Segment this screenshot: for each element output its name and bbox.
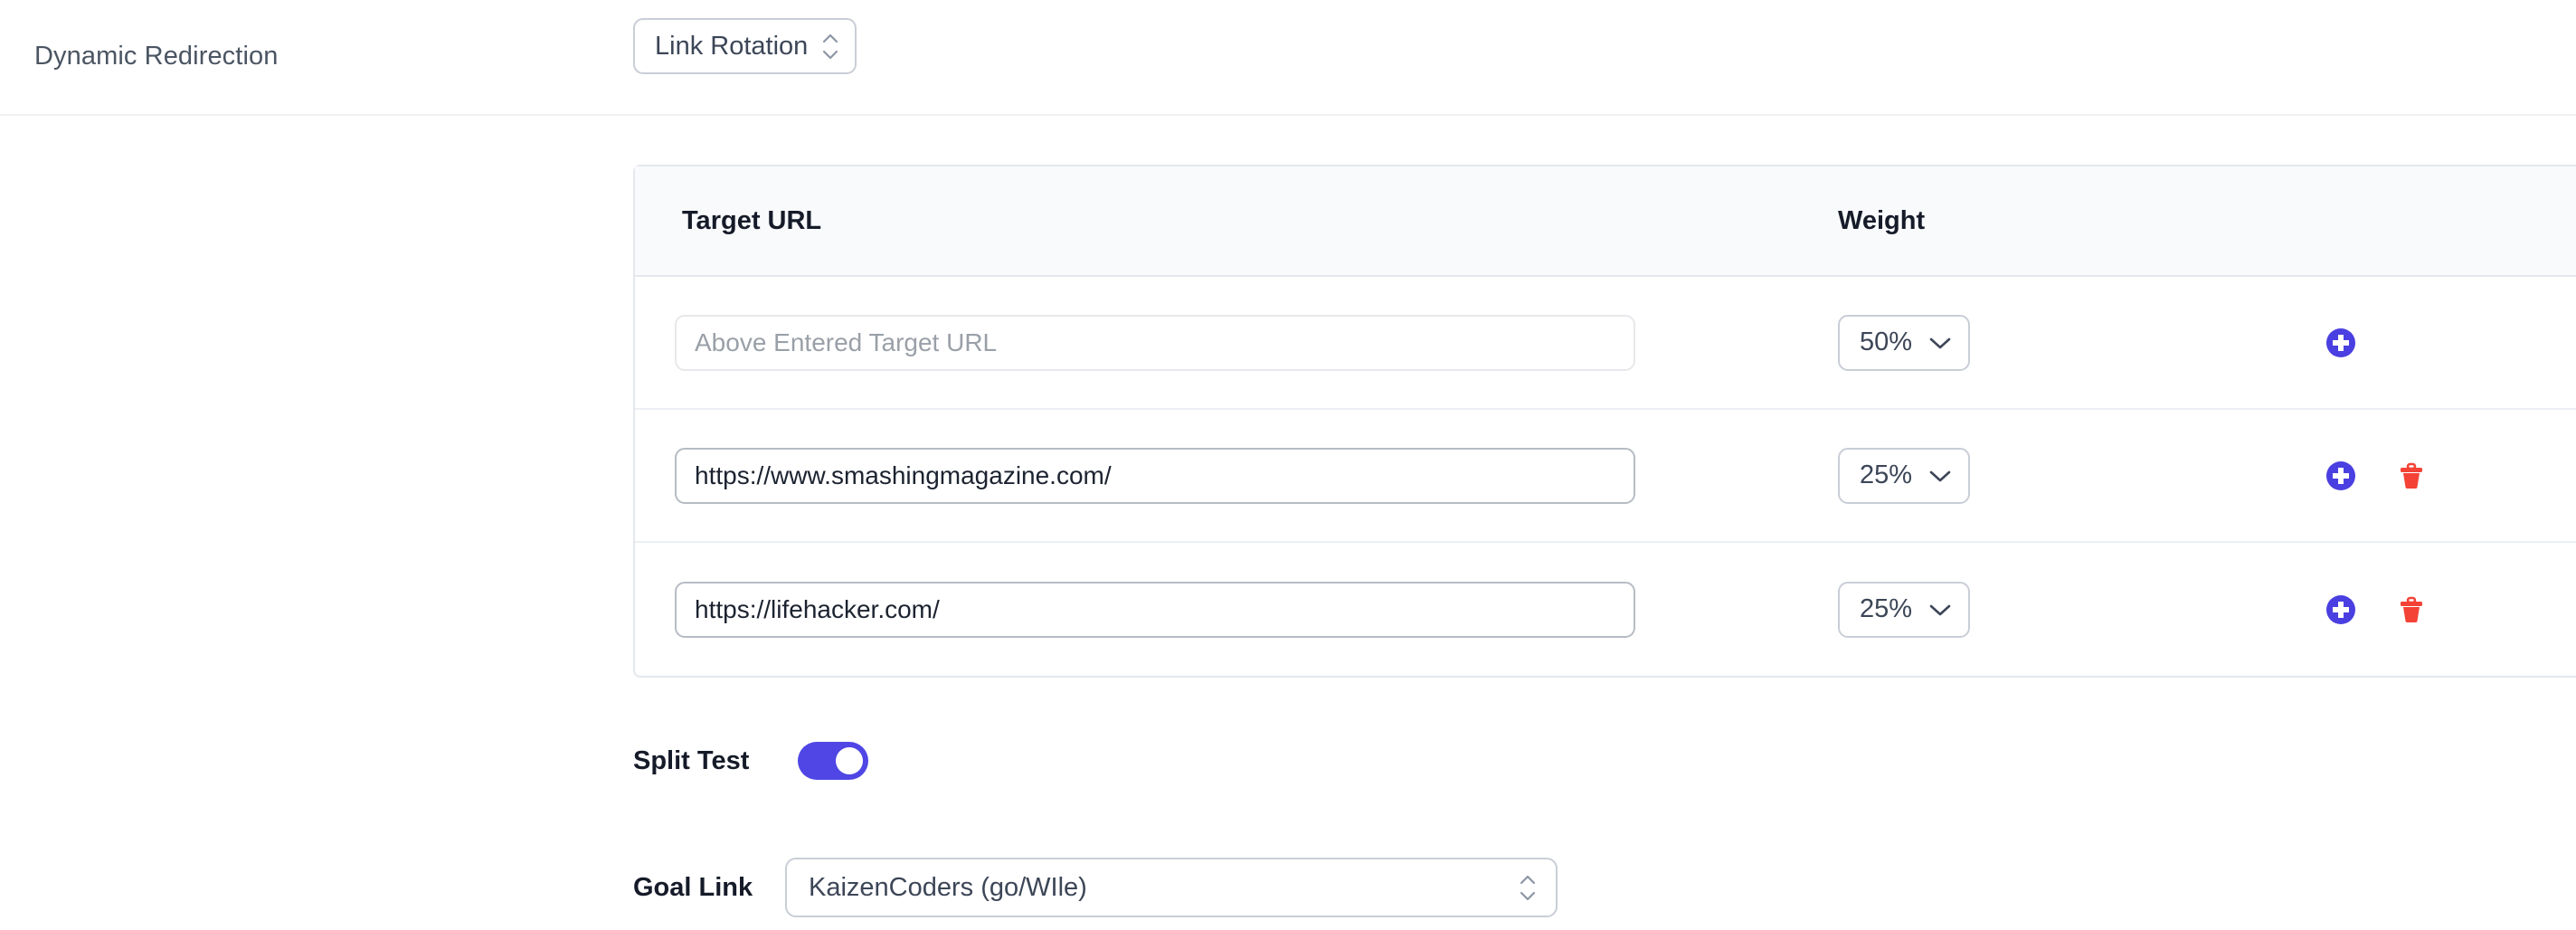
weight-select[interactable]: 25%	[1838, 448, 1970, 504]
link-rotation-table: Target URL Weight 50%	[633, 165, 2576, 678]
weight-value: 25%	[1860, 460, 1928, 490]
target-url-input[interactable]	[675, 582, 1635, 638]
dynamic-redirection-row: Dynamic Redirection Link Rotation	[0, 0, 2576, 116]
table-row: 25%	[635, 410, 2576, 543]
add-row-button[interactable]	[2323, 325, 2359, 361]
target-url-input[interactable]	[675, 448, 1635, 504]
cell-actions	[2308, 458, 2576, 494]
redirection-mode-select[interactable]: Link Rotation	[633, 18, 857, 74]
add-row-button[interactable]	[2323, 458, 2359, 494]
table-row: 50%	[635, 277, 2576, 410]
goal-link-row: Goal Link KaizenCoders (go/WIle)	[633, 858, 1558, 917]
dynamic-redirection-label: Dynamic Redirection	[34, 42, 278, 71]
cell-weight: 25%	[1838, 448, 2308, 504]
add-row-button[interactable]	[2323, 592, 2359, 628]
goal-link-select[interactable]: KaizenCoders (go/WIle)	[785, 858, 1558, 917]
split-test-label: Split Test	[633, 746, 749, 776]
delete-row-button[interactable]	[2393, 458, 2429, 494]
column-header-target-url: Target URL	[635, 206, 1838, 236]
toggle-knob	[836, 747, 863, 774]
goal-link-label: Goal Link	[633, 873, 785, 903]
table-row: 25%	[635, 543, 2576, 676]
goal-link-value: KaizenCoders (go/WIle)	[809, 873, 1087, 903]
cell-weight: 50%	[1838, 315, 2308, 371]
split-test-row: Split Test	[633, 742, 868, 780]
weight-value: 50%	[1860, 327, 1928, 357]
weight-select[interactable]: 50%	[1838, 315, 1970, 371]
weight-select[interactable]: 25%	[1838, 582, 1970, 638]
target-url-input[interactable]	[675, 315, 1635, 371]
redirection-mode-value: Link Rotation	[655, 32, 822, 62]
cell-target-url	[635, 582, 1838, 638]
cell-weight: 25%	[1838, 582, 2308, 638]
split-test-toggle[interactable]	[798, 742, 868, 780]
chevron-down-icon	[1928, 469, 1952, 483]
chevron-down-icon	[1928, 336, 1952, 350]
table-header-row: Target URL Weight	[635, 166, 2576, 277]
delete-row-button[interactable]	[2393, 592, 2429, 628]
stepper-updown-icon	[1520, 875, 1536, 901]
weight-value: 25%	[1860, 594, 1928, 624]
cell-actions	[2308, 325, 2576, 361]
stepper-updown-icon	[822, 33, 838, 60]
cell-actions	[2308, 592, 2576, 628]
chevron-down-icon	[1928, 603, 1952, 617]
column-header-weight: Weight	[1838, 206, 2308, 236]
cell-target-url	[635, 315, 1838, 371]
cell-target-url	[635, 448, 1838, 504]
